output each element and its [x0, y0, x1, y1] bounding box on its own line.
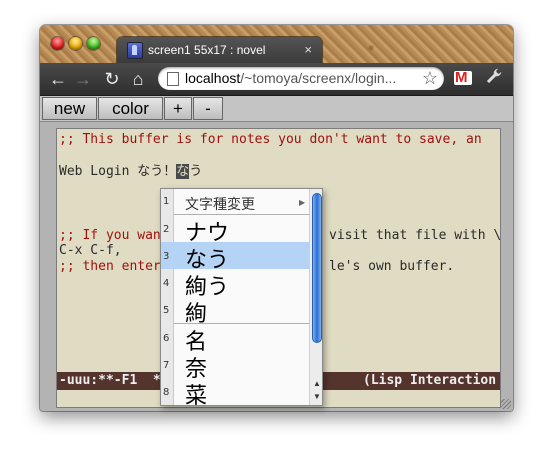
zoom-in-button[interactable]: + — [164, 97, 192, 120]
terminal-line: ;; This buffer is for notes you don't wa… — [59, 132, 482, 147]
candidate-text: 菜 — [185, 384, 208, 406]
candidate-number: 5 — [163, 305, 170, 316]
close-window-button[interactable] — [51, 37, 64, 50]
candidate-number: 1 — [163, 196, 170, 207]
url-path: /~tomoya/screenx/login... — [240, 70, 397, 86]
candidate-text: 文字種変更 — [185, 197, 255, 213]
screenx-toolbar: new color + - — [40, 96, 513, 122]
submenu-arrow-icon: ▶ — [299, 198, 306, 207]
ime-candidate-window[interactable]: 1 文字種変更 ▶ 2 ナウ 3 なう 4 絢う 5 絢 6 名 7 奈 8 菜… — [160, 188, 323, 406]
terminal-input-line: Web Login なう！なう — [59, 164, 202, 180]
url-host: localhost — [185, 70, 241, 86]
scroll-up-icon[interactable]: ▲ — [313, 379, 321, 388]
zoom-window-button[interactable] — [87, 37, 100, 50]
minimize-window-button[interactable] — [69, 37, 82, 50]
bookmark-star-icon[interactable]: ☆ — [422, 68, 438, 89]
candidate-item[interactable]: 4 絢う — [161, 269, 309, 300]
terminal-line: le's own buffer. — [329, 259, 455, 274]
candidate-number: 2 — [163, 224, 170, 235]
address-bar[interactable]: localhost/~tomoya/screenx/login... ☆ — [158, 67, 444, 90]
wrench-shape — [486, 68, 502, 84]
candidate-item[interactable]: 2 ナウ — [161, 215, 309, 246]
resize-grip-icon[interactable] — [501, 399, 511, 409]
mode-line-status: -uuu:**-F1 * — [59, 373, 161, 388]
wrench-icon[interactable] — [485, 67, 503, 90]
gmail-icon[interactable] — [454, 69, 472, 86]
new-button[interactable]: new — [42, 97, 97, 120]
candidate-scrollbar[interactable]: ▲ ▼ — [309, 189, 322, 405]
candidate-number: 8 — [163, 387, 170, 398]
candidate-number: 7 — [163, 360, 170, 371]
scrollbar-thumb[interactable] — [312, 193, 322, 343]
candidate-item[interactable]: 7 奈 — [161, 351, 309, 382]
browser-toolbar: ← → ↻ ⌂ localhost/~tomoya/screenx/login.… — [40, 63, 513, 96]
candidate-item[interactable]: 8 菜 — [161, 378, 309, 405]
url-text[interactable]: localhost/~tomoya/screenx/login... — [185, 70, 417, 86]
candidate-item[interactable]: 1 文字種変更 ▶ — [161, 191, 309, 213]
candidate-number: 6 — [163, 333, 170, 344]
mode-line-mode: (Lisp Interaction — [363, 373, 497, 388]
back-icon[interactable]: ← — [48, 69, 68, 89]
color-button[interactable]: color — [98, 97, 163, 120]
candidate-number: 3 — [163, 251, 170, 262]
tab-title: screen1 55x17 : novel — [148, 43, 266, 57]
candidate-item[interactable]: 5 絢 — [161, 296, 309, 327]
browser-tab[interactable]: screen1 55x17 : novel × — [117, 37, 322, 63]
reload-icon[interactable]: ↻ — [102, 69, 122, 89]
text-cursor: な — [176, 164, 190, 179]
terminal-line: ;; then enter — [59, 259, 161, 274]
candidate-number: 4 — [163, 278, 170, 289]
terminal-line: visit that file with \ — [329, 228, 501, 243]
page-icon — [167, 72, 179, 86]
terminal-line: C-x C-f, — [59, 243, 122, 258]
input-text-tail: う — [189, 164, 203, 179]
forward-icon[interactable]: → — [73, 69, 93, 89]
input-text: Web Login なう！ — [59, 164, 177, 179]
scroll-down-icon[interactable]: ▼ — [313, 392, 321, 401]
candidate-item-selected[interactable]: 3 なう — [161, 242, 309, 273]
favicon-icon — [127, 42, 143, 59]
tab-close-icon[interactable]: × — [304, 42, 312, 57]
candidate-item[interactable]: 6 名 — [161, 324, 309, 355]
home-icon[interactable]: ⌂ — [128, 69, 148, 89]
terminal-line: ;; If you wan — [59, 228, 161, 243]
title-bar: screen1 55x17 : novel × — [40, 25, 513, 63]
zoom-out-button[interactable]: - — [193, 97, 223, 120]
